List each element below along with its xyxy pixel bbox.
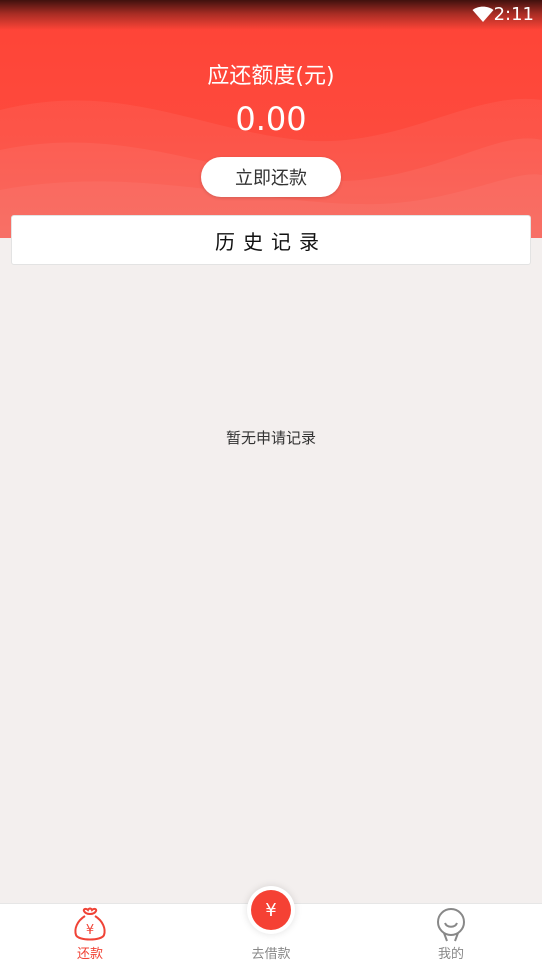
tab-repay-label: 还款 bbox=[76, 947, 103, 962]
wifi-icon bbox=[472, 6, 494, 22]
header-banner: 2:11 应还额度(元) 0.00 立即还款 bbox=[0, 0, 542, 238]
bottom-tab-bar: ¥ 还款 ¥ 去借款 我的 bbox=[0, 890, 542, 964]
tab-mine[interactable]: 我的 bbox=[391, 904, 511, 964]
empty-state-text: 暂无申请记录 bbox=[225, 429, 316, 447]
due-amount: 0.00 bbox=[235, 100, 307, 138]
svg-text:¥: ¥ bbox=[86, 923, 94, 938]
yuan-coin-icon: ¥ bbox=[251, 890, 291, 930]
person-icon bbox=[437, 908, 465, 942]
repay-now-button[interactable]: 立即还款 bbox=[201, 157, 341, 197]
tab-borrow[interactable]: ¥ 去借款 bbox=[211, 890, 331, 964]
money-bag-icon: ¥ bbox=[74, 907, 106, 941]
history-records-header[interactable]: 历史记录 bbox=[11, 215, 531, 265]
wave-decoration bbox=[0, 98, 542, 238]
tab-repay[interactable]: ¥ 还款 bbox=[30, 904, 150, 964]
tab-mine-label: 我的 bbox=[437, 947, 464, 962]
tab-borrow-label: 去借款 bbox=[251, 947, 291, 962]
page-title: 应还额度(元) bbox=[207, 64, 335, 89]
status-bar: 2:11 bbox=[0, 0, 542, 30]
status-time: 2:11 bbox=[493, 4, 534, 25]
